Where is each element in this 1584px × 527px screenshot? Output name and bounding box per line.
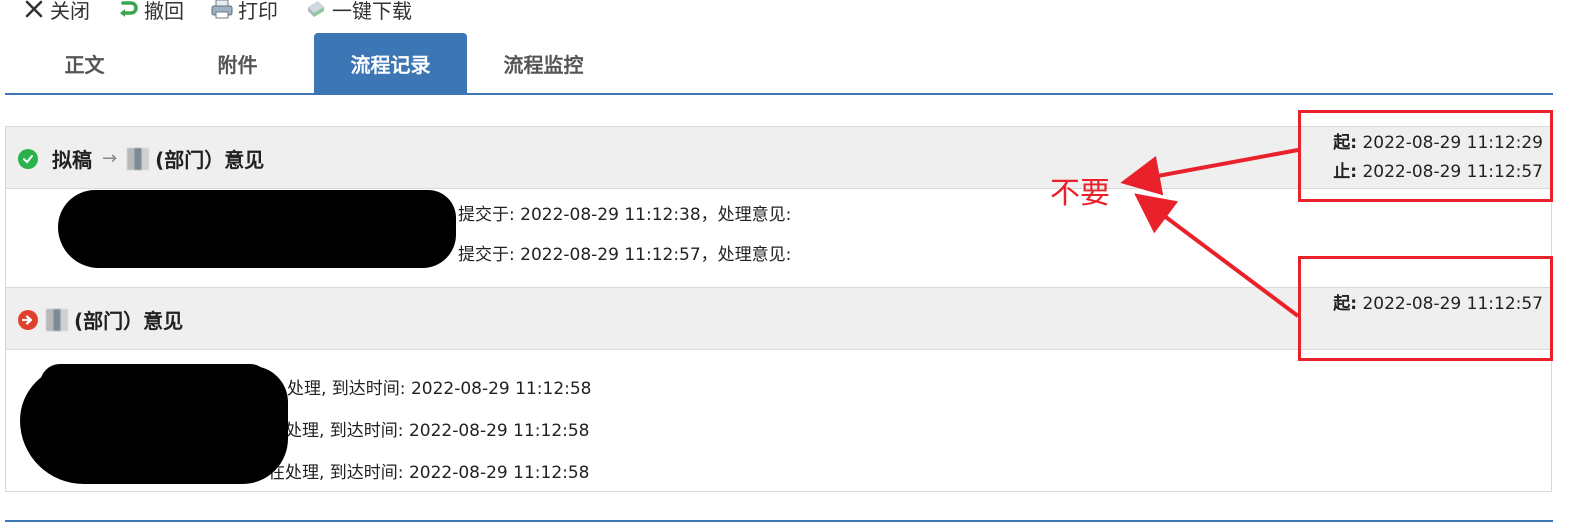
submission-line: 提交于: 2022-08-29 11:12:38，处理意见:	[458, 205, 792, 225]
tab-process-monitor[interactable]: 流程监控	[467, 33, 620, 93]
undo-button[interactable]: 撤回	[116, 0, 184, 24]
submission-line: 提交于: 2022-08-29 11:12:57，处理意见:	[458, 245, 792, 265]
download-label: 一键下载	[332, 0, 412, 23]
printer-icon	[210, 0, 234, 21]
step-from: 拟稿	[52, 148, 92, 172]
download-icon	[304, 0, 328, 21]
department-avatar	[127, 147, 150, 170]
arrow-circle-icon	[18, 309, 38, 330]
department-avatar	[46, 308, 68, 331]
tab-divider	[5, 93, 1553, 95]
print-label: 打印	[238, 0, 278, 23]
undo-icon	[116, 0, 140, 21]
redaction	[40, 364, 270, 404]
bottom-divider	[5, 520, 1553, 522]
pending-line: 在处理, 到达时间: 2022-08-29 11:12:58	[268, 463, 590, 483]
record-title: (部门）意见	[18, 305, 183, 334]
pending-line: 处理, 到达时间: 2022-08-29 11:12:58	[287, 379, 592, 399]
tab-attachments[interactable]: 附件	[161, 33, 314, 93]
close-icon	[22, 0, 46, 21]
record-title: 拟稿 → (部门）意见	[18, 144, 264, 173]
pending-line: 在处理, 到达时间: 2022-08-29 11:12:58	[268, 421, 590, 441]
close-label: 关闭	[50, 0, 90, 23]
annotation-box	[1298, 256, 1553, 361]
check-circle-icon	[18, 148, 38, 169]
redaction	[58, 190, 456, 268]
step-name: (部门）意见	[74, 309, 184, 333]
annotation-box	[1298, 110, 1553, 202]
toolbar: 关闭 撤回 打印 一键下载	[22, 0, 438, 24]
tab-body-text[interactable]: 正文	[8, 33, 161, 93]
undo-label: 撤回	[144, 0, 184, 23]
arrow-right-icon: →	[102, 148, 118, 169]
annotation-label: 不要	[1050, 176, 1110, 211]
tab-process-records[interactable]: 流程记录	[314, 33, 467, 93]
print-button[interactable]: 打印	[210, 0, 278, 24]
download-all-button[interactable]: 一键下载	[304, 0, 412, 24]
tab-bar: 正文 附件 流程记录 流程监控	[8, 33, 620, 93]
close-button[interactable]: 关闭	[22, 0, 90, 24]
step-to: (部门）意见	[155, 148, 265, 172]
